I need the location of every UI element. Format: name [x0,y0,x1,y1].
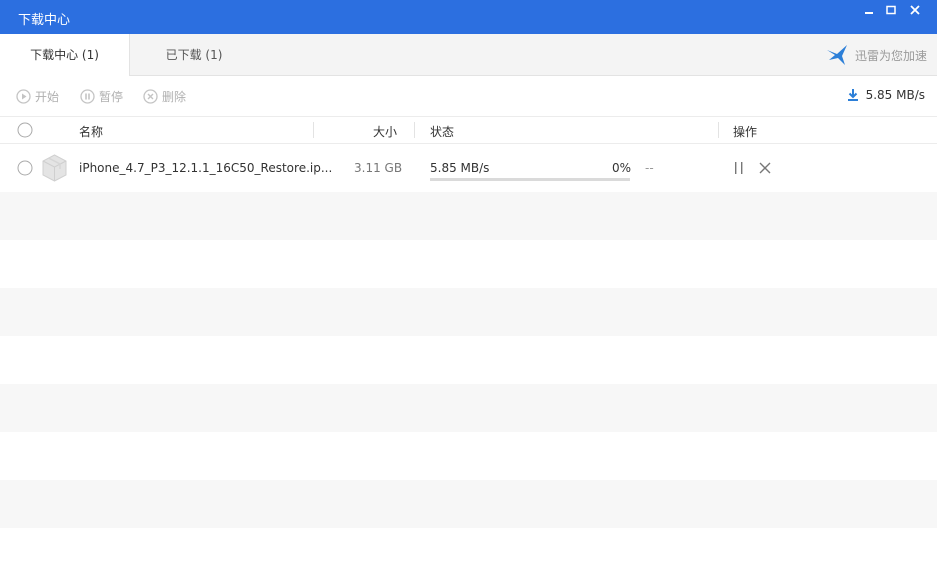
column-name[interactable]: 名称 [79,123,103,140]
maximize-button[interactable] [882,3,900,19]
pause-icon [80,89,95,104]
tab-downloaded[interactable]: 已下载 (1) [130,34,258,76]
total-speed-value: 5.85 MB/s [865,88,925,102]
play-icon [16,89,31,104]
window-title: 下载中心 [18,13,71,28]
empty-row [0,192,937,240]
close-icon [910,5,920,15]
row-checkbox[interactable] [17,160,33,176]
pause-label: 暂停 [99,90,124,104]
thunder-bird-icon [826,45,847,65]
minimize-button[interactable] [860,3,878,19]
brand-text: 迅雷为您加速 [854,48,927,63]
empty-row [0,336,937,384]
download-list: iPhone_4.7_P3_12.1.1_16C50_Restore.ip...… [0,144,937,576]
column-divider[interactable] [313,122,314,138]
download-arrow-icon [847,89,858,101]
remaining-time: -- [645,161,654,175]
empty-row [0,288,937,336]
row-close-icon[interactable] [757,160,773,176]
column-actions: 操作 [733,125,758,139]
column-divider[interactable] [414,122,415,138]
start-label: 开始 [35,90,60,104]
tab-bar: 下载中心 (1) 已下载 (1) 迅雷为您加速 [0,34,937,76]
tab-downloading[interactable]: 下载中心 (1) [0,34,130,76]
empty-row [0,240,937,288]
file-size: 3.11 GB [354,161,403,175]
download-speed: 5.85 MB/s [430,161,490,175]
column-size[interactable]: 大小 [373,123,397,140]
download-percent: 0% [612,161,632,175]
delete-icon [143,89,158,104]
start-button[interactable]: 开始 [16,88,59,105]
pause-button[interactable]: 暂停 [80,88,123,105]
thunder-accelerate-link[interactable]: 迅雷为您加速 [825,43,927,67]
progress-bar [430,178,630,181]
package-file-icon [42,154,67,182]
table-header: 名称 大小 状态 操作 [0,116,937,144]
column-status[interactable]: 状态 [430,123,454,140]
empty-row [0,432,937,480]
maximize-icon [886,5,896,15]
close-button[interactable] [906,3,924,19]
select-all-checkbox[interactable] [17,122,33,138]
empty-row [0,480,937,528]
row-pause-icon[interactable] [731,160,747,176]
title-bar: 下载中心 [0,0,937,34]
minimize-icon [865,12,873,14]
empty-row [0,384,937,432]
delete-button[interactable]: 删除 [143,88,186,105]
delete-label: 删除 [162,90,187,104]
table-row[interactable]: iPhone_4.7_P3_12.1.1_16C50_Restore.ip...… [0,144,937,192]
empty-row [0,528,937,576]
toolbar: 开始 暂停 删除 5.85 MB/s [0,76,937,116]
total-speed: 5.85 MB/s [846,88,925,102]
file-name: iPhone_4.7_P3_12.1.1_16C50_Restore.ip... [79,161,333,175]
column-divider[interactable] [718,122,719,138]
